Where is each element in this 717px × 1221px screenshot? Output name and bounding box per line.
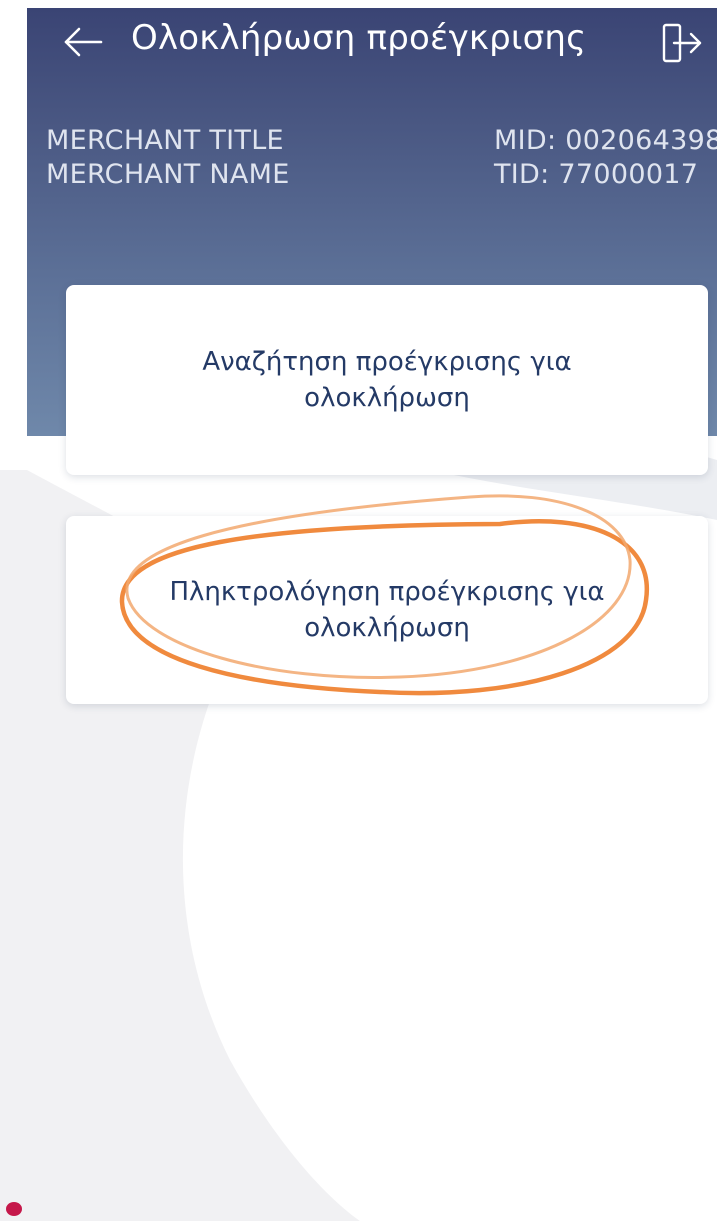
enter-preauth-label-line2: ολοκλήρωση bbox=[304, 613, 470, 643]
enter-preauth-button[interactable]: Πληκτρολόγηση προέγκρισης για ολοκλήρωση bbox=[66, 516, 708, 704]
merchant-id: MID: 002064398 bbox=[494, 125, 717, 156]
back-button[interactable] bbox=[63, 22, 105, 62]
arrow-left-icon bbox=[64, 27, 103, 57]
search-preauth-label: Αναζήτηση προέγκρισης για ολοκλήρωση bbox=[202, 344, 571, 416]
logout-icon bbox=[662, 23, 702, 63]
search-preauth-button[interactable]: Αναζήτηση προέγκρισης για ολοκλήρωση bbox=[66, 285, 708, 475]
enter-preauth-label-line1: Πληκτρολόγηση προέγκρισης για bbox=[169, 577, 605, 607]
merchant-info: MERCHANT TITLE MERCHANT NAME bbox=[46, 124, 290, 192]
terminal-id: TID: 77000017 bbox=[494, 159, 699, 190]
indicator-dot bbox=[6, 1202, 22, 1216]
search-preauth-label-line1: Αναζήτηση προέγκρισης για bbox=[202, 347, 572, 377]
enter-preauth-label: Πληκτρολόγηση προέγκρισης για ολοκλήρωση bbox=[169, 574, 604, 646]
search-preauth-label-line2: ολοκλήρωση bbox=[304, 383, 470, 413]
page-title: Ολοκλήρωση προέγκρισης bbox=[131, 18, 587, 58]
app-bar: Ολοκλήρωση προέγκρισης bbox=[27, 8, 717, 86]
terminal-info: MID: 002064398 TID: 77000017 bbox=[494, 124, 717, 192]
merchant-name: MERCHANT NAME bbox=[46, 159, 290, 190]
merchant-title: MERCHANT TITLE bbox=[46, 125, 284, 156]
logout-button[interactable] bbox=[660, 22, 706, 66]
app-screen: Ολοκλήρωση προέγκρισης MERCHANT TITLE ME… bbox=[0, 0, 717, 1221]
